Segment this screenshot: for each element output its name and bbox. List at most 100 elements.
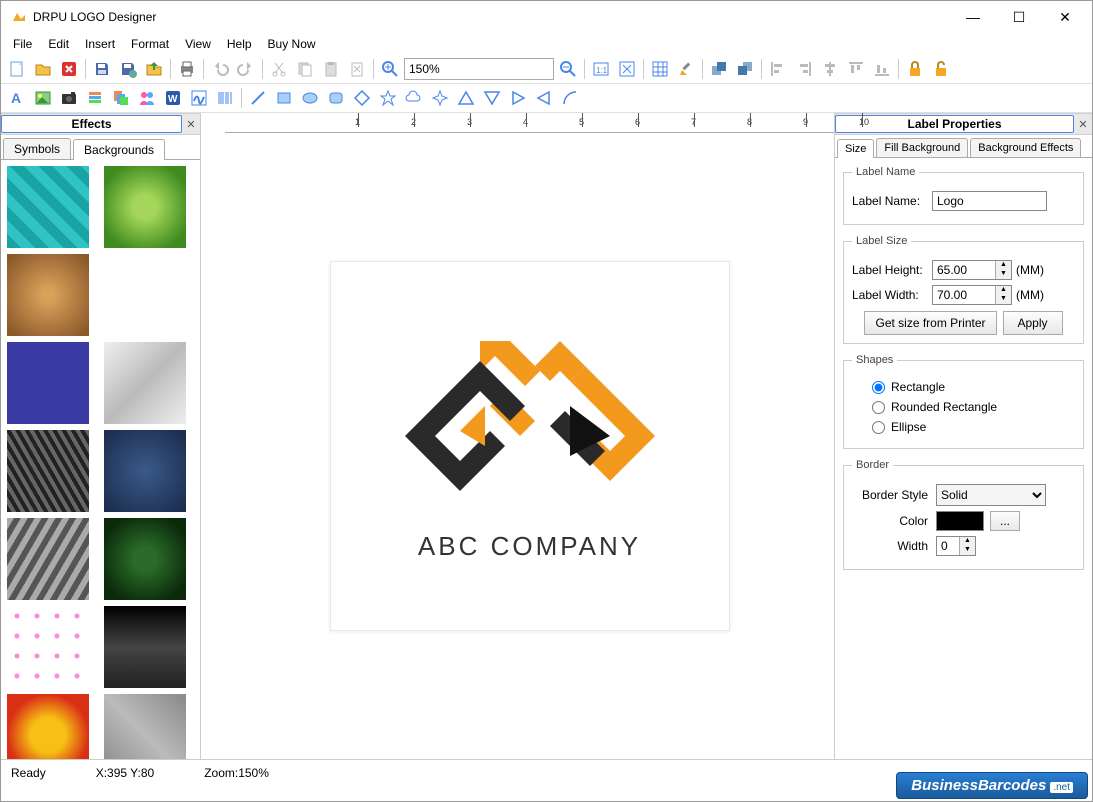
lock-icon[interactable] xyxy=(903,57,927,81)
background-thumb[interactable] xyxy=(7,694,89,759)
menu-edit[interactable]: Edit xyxy=(40,35,77,53)
word-icon[interactable]: W xyxy=(161,86,185,110)
label-width-spinner[interactable]: ▲▼ xyxy=(932,285,1012,305)
tab-symbols[interactable]: Symbols xyxy=(3,138,71,159)
tab-fill-background[interactable]: Fill Background xyxy=(876,138,968,157)
label-height-spinner[interactable]: ▲▼ xyxy=(932,260,1012,280)
diamond-tool-icon[interactable] xyxy=(350,86,374,110)
background-thumb[interactable] xyxy=(104,166,186,248)
label-name-input[interactable] xyxy=(932,191,1047,211)
ellipse-tool-icon[interactable] xyxy=(298,86,322,110)
menu-buy-now[interactable]: Buy Now xyxy=(260,35,324,53)
triangle-up-icon[interactable] xyxy=(454,86,478,110)
zoom-in-icon[interactable] xyxy=(378,57,402,81)
background-thumb[interactable] xyxy=(104,254,186,336)
width-down-icon[interactable]: ▼ xyxy=(996,295,1011,304)
height-up-icon[interactable]: ▲ xyxy=(996,261,1011,270)
save-as-icon[interactable] xyxy=(116,57,140,81)
background-thumb[interactable] xyxy=(104,342,186,424)
menu-format[interactable]: Format xyxy=(123,35,177,53)
save-icon[interactable] xyxy=(90,57,114,81)
line-tool-icon[interactable] xyxy=(246,86,270,110)
align-center-icon[interactable] xyxy=(818,57,842,81)
background-thumb[interactable] xyxy=(7,342,89,424)
shape-ellipse-radio[interactable] xyxy=(872,421,885,434)
background-thumb[interactable] xyxy=(7,606,89,688)
undo-icon[interactable] xyxy=(208,57,232,81)
grid-icon[interactable] xyxy=(648,57,672,81)
menu-file[interactable]: File xyxy=(5,35,40,53)
align-right-icon[interactable] xyxy=(792,57,816,81)
text-tool-icon[interactable]: A xyxy=(5,86,29,110)
shape-rectangle-radio[interactable] xyxy=(872,381,885,394)
rrect-tool-icon[interactable] xyxy=(324,86,348,110)
cut-icon[interactable] xyxy=(267,57,291,81)
play-left-icon[interactable] xyxy=(532,86,556,110)
tab-size[interactable]: Size xyxy=(837,139,874,158)
border-width-input[interactable] xyxy=(937,537,959,555)
bwidth-down-icon[interactable]: ▼ xyxy=(960,546,975,555)
menu-view[interactable]: View xyxy=(177,35,219,53)
bwidth-up-icon[interactable]: ▲ xyxy=(960,537,975,546)
close-file-icon[interactable] xyxy=(57,57,81,81)
bring-front-icon[interactable] xyxy=(707,57,731,81)
background-thumb[interactable] xyxy=(7,518,89,600)
background-thumb[interactable] xyxy=(7,254,89,336)
backgrounds-grid[interactable] xyxy=(1,160,200,759)
border-color-button[interactable]: ... xyxy=(990,511,1020,531)
shape-rounded-radio[interactable] xyxy=(872,401,885,414)
delete-icon[interactable] xyxy=(345,57,369,81)
triangle-down-icon[interactable] xyxy=(480,86,504,110)
tab-background-effects[interactable]: Background Effects xyxy=(970,138,1081,157)
canvas-viewport[interactable]: ABC COMPANY xyxy=(225,133,834,759)
unlock-icon[interactable] xyxy=(929,57,953,81)
send-back-icon[interactable] xyxy=(733,57,757,81)
barcode-icon[interactable] xyxy=(213,86,237,110)
minimize-button[interactable]: — xyxy=(950,1,996,33)
apply-button[interactable]: Apply xyxy=(1003,311,1063,335)
label-height-input[interactable] xyxy=(933,261,995,279)
people-icon[interactable] xyxy=(135,86,159,110)
camera-icon[interactable] xyxy=(57,86,81,110)
background-thumb[interactable] xyxy=(104,694,186,759)
properties-close-icon[interactable]: ✕ xyxy=(1074,118,1092,131)
border-style-select[interactable]: Solid xyxy=(936,484,1046,506)
zoom-combo[interactable] xyxy=(404,58,554,80)
company-text[interactable]: ABC COMPANY xyxy=(418,531,641,562)
align-top-icon[interactable] xyxy=(844,57,868,81)
arc-tool-icon[interactable] xyxy=(558,86,582,110)
layers-icon[interactable] xyxy=(83,86,107,110)
background-thumb[interactable] xyxy=(104,606,186,688)
play-right-icon[interactable] xyxy=(506,86,530,110)
zoom-100-icon[interactable]: 1:1 xyxy=(589,57,613,81)
design-canvas[interactable]: ABC COMPANY xyxy=(330,261,730,631)
new-icon[interactable] xyxy=(5,57,29,81)
zoom-out-icon[interactable] xyxy=(556,57,580,81)
background-thumb[interactable] xyxy=(7,166,89,248)
star-tool-icon[interactable] xyxy=(376,86,400,110)
background-thumb[interactable] xyxy=(7,430,89,512)
logo-graphic[interactable] xyxy=(390,331,670,511)
background-thumb[interactable] xyxy=(104,430,186,512)
menu-insert[interactable]: Insert xyxy=(77,35,123,53)
paste-icon[interactable] xyxy=(319,57,343,81)
get-size-printer-button[interactable]: Get size from Printer xyxy=(864,311,996,335)
rect-fill-icon[interactable] xyxy=(272,86,296,110)
image-tool-icon[interactable] xyxy=(31,86,55,110)
tab-backgrounds[interactable]: Backgrounds xyxy=(73,139,165,160)
color-picker-icon[interactable] xyxy=(674,57,698,81)
border-width-spinner[interactable]: ▲▼ xyxy=(936,536,976,556)
width-up-icon[interactable]: ▲ xyxy=(996,286,1011,295)
menu-help[interactable]: Help xyxy=(219,35,260,53)
background-thumb[interactable] xyxy=(104,518,186,600)
signature-icon[interactable] xyxy=(187,86,211,110)
label-width-input[interactable] xyxy=(933,286,995,304)
star4-tool-icon[interactable] xyxy=(428,86,452,110)
align-bottom-icon[interactable] xyxy=(870,57,894,81)
cloud-tool-icon[interactable] xyxy=(402,86,426,110)
open-icon[interactable] xyxy=(31,57,55,81)
redo-icon[interactable] xyxy=(234,57,258,81)
export-icon[interactable] xyxy=(142,57,166,81)
effects-close-icon[interactable]: ✕ xyxy=(182,118,200,131)
templates-icon[interactable] xyxy=(109,86,133,110)
